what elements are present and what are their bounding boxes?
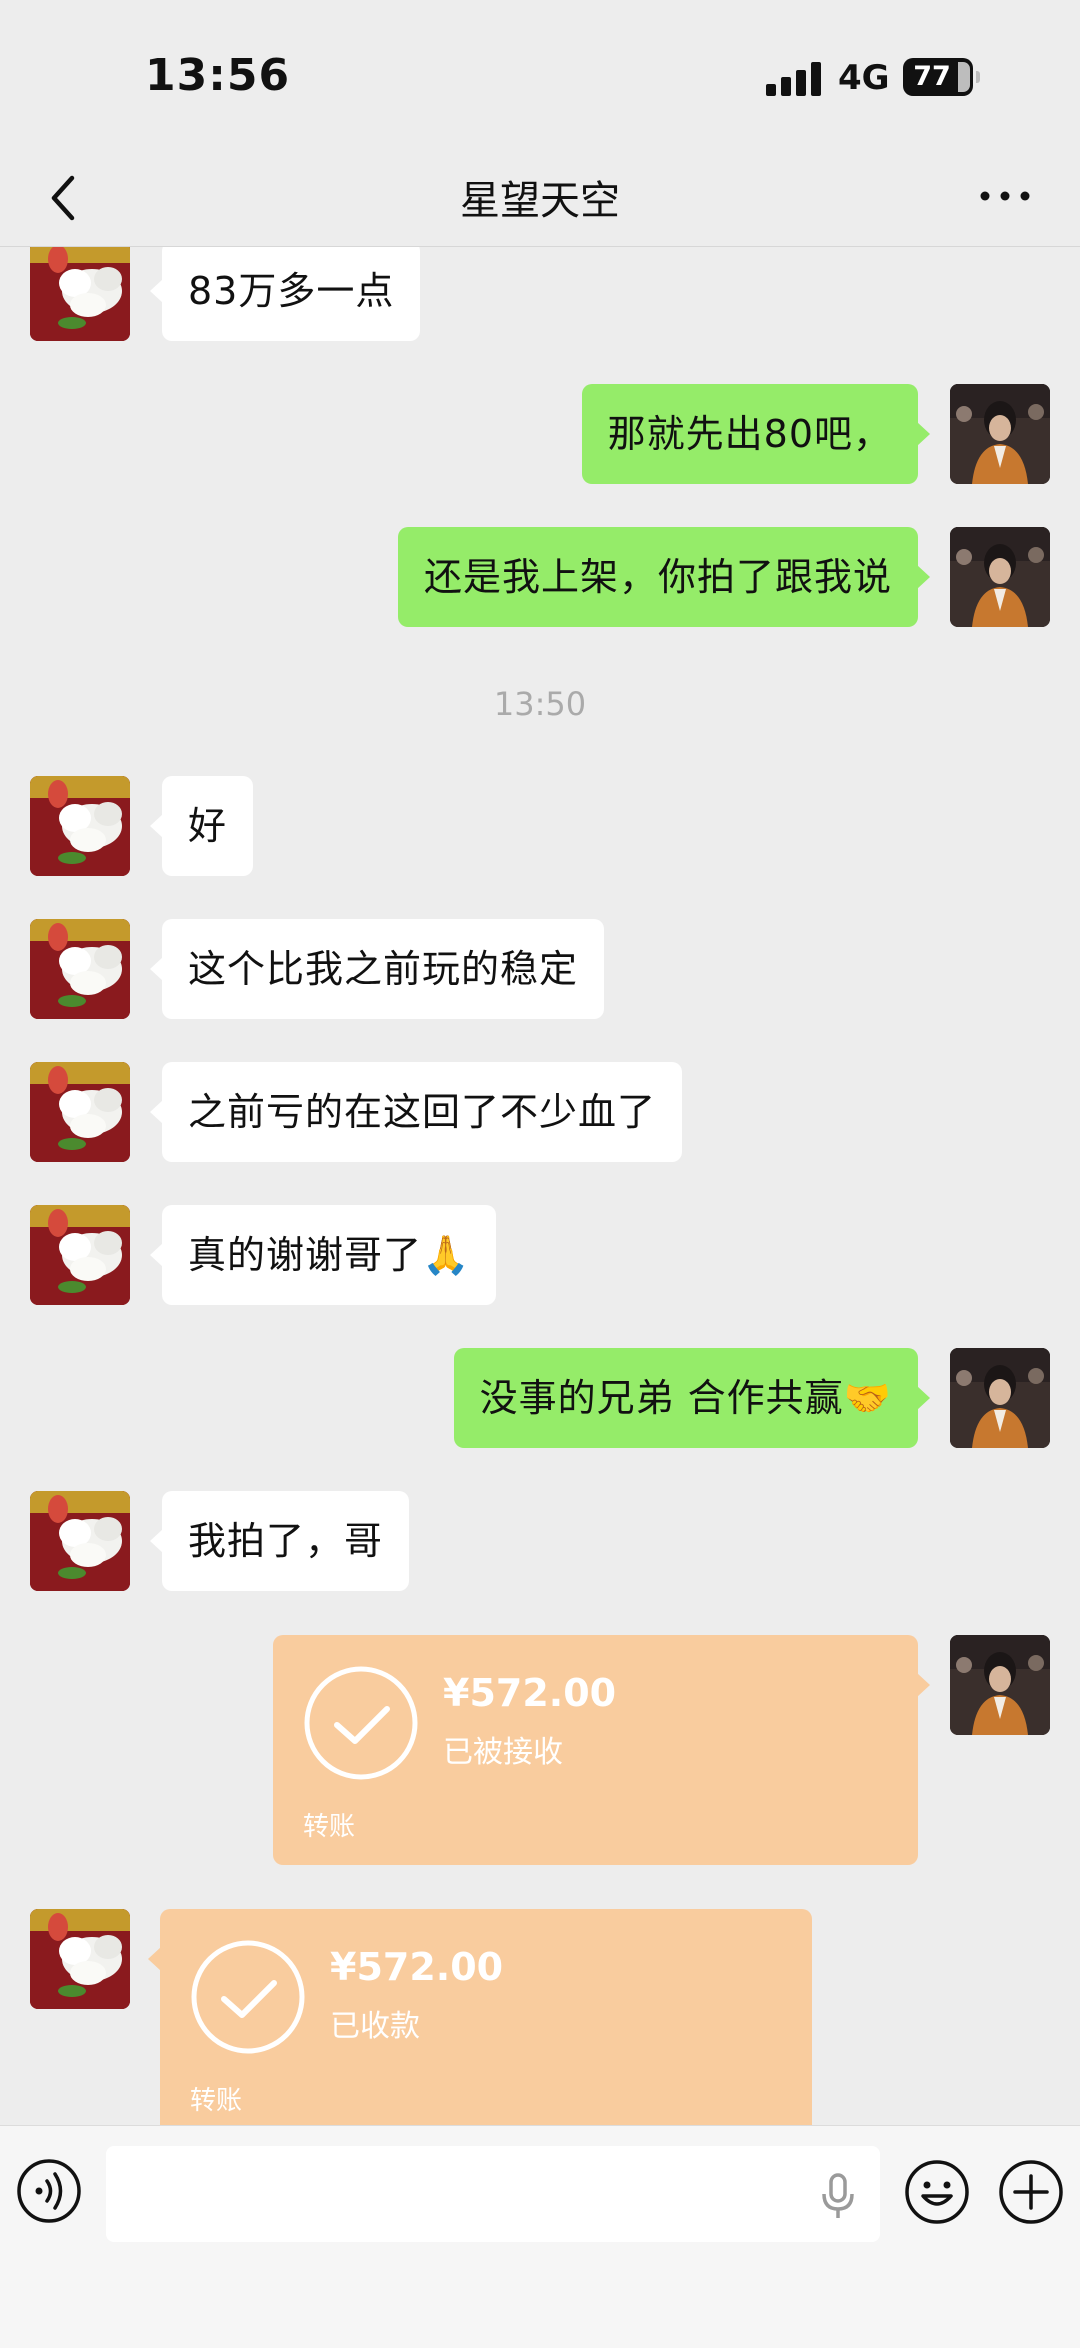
- transfer-status: 已被接收: [443, 1735, 563, 1770]
- status-bar: 13:56 4G 77: [0, 0, 1080, 150]
- message-list[interactable]: 83万多一点 那就先出80吧， 还是我上架，你拍了跟我说 13:50 好 这个比…: [0, 247, 1080, 2125]
- transfer-label: 转账: [190, 2086, 243, 2116]
- contact-avatar[interactable]: [30, 247, 130, 341]
- check-circle-icon: [190, 1939, 306, 2055]
- outgoing-message-bubble[interactable]: 那就先出80吧，: [581, 384, 931, 484]
- contact-avatar[interactable]: [30, 1491, 130, 1591]
- incoming-message-bubble[interactable]: 好: [149, 776, 254, 876]
- contact-avatar[interactable]: [30, 1062, 130, 1162]
- my-avatar[interactable]: [950, 527, 1050, 627]
- transfer-card[interactable]: ¥572.00 已被接收 转账: [273, 1635, 930, 1865]
- transfer-amount: ¥572.00: [443, 1671, 617, 1715]
- incoming-message-bubble[interactable]: 之前亏的在这回了不少血了: [149, 1062, 683, 1162]
- contact-avatar[interactable]: [30, 1205, 130, 1305]
- chat-title: 星望天空: [460, 178, 620, 224]
- transfer-card[interactable]: ¥572.00 已收款 转账: [148, 1909, 812, 2125]
- plus-icon[interactable]: [997, 2158, 1065, 2226]
- signal-icon: [766, 62, 822, 96]
- contact-avatar[interactable]: [30, 776, 130, 876]
- battery-level: 77: [913, 61, 951, 92]
- transfer-amount: ¥572.00: [330, 1945, 504, 1989]
- message-input[interactable]: [106, 2146, 880, 2242]
- battery-icon: 77: [903, 58, 980, 96]
- emoji-icon[interactable]: [903, 2158, 971, 2226]
- network-type: 4G: [838, 58, 890, 98]
- contact-avatar[interactable]: [30, 919, 130, 1019]
- incoming-message-bubble[interactable]: 这个比我之前玩的稳定: [149, 919, 605, 1019]
- incoming-message-bubble[interactable]: 真的谢谢哥了🙏: [149, 1205, 497, 1305]
- transfer-label: 转账: [303, 1812, 356, 1842]
- message-timestamp: 13:50: [493, 685, 587, 723]
- status-time: 13:56: [145, 50, 291, 101]
- incoming-message-bubble[interactable]: 83万多一点: [149, 247, 421, 341]
- contact-avatar[interactable]: [30, 1909, 130, 2009]
- outgoing-message-bubble[interactable]: 没事的兄弟 合作共赢🤝: [453, 1348, 931, 1448]
- incoming-message-bubble[interactable]: 我拍了，哥: [149, 1491, 410, 1591]
- my-avatar[interactable]: [950, 1348, 1050, 1448]
- microphone-icon[interactable]: [818, 2172, 858, 2220]
- input-bar: [0, 2125, 1080, 2348]
- chat-header: 星望天空: [0, 150, 1080, 247]
- check-circle-icon: [303, 1665, 419, 1781]
- transfer-status: 已收款: [330, 2009, 420, 2044]
- voice-icon[interactable]: [16, 2158, 82, 2224]
- outgoing-message-bubble[interactable]: 还是我上架，你拍了跟我说: [397, 527, 931, 627]
- more-dots-icon[interactable]: [975, 176, 1035, 216]
- my-avatar[interactable]: [950, 1635, 1050, 1735]
- my-avatar[interactable]: [950, 384, 1050, 484]
